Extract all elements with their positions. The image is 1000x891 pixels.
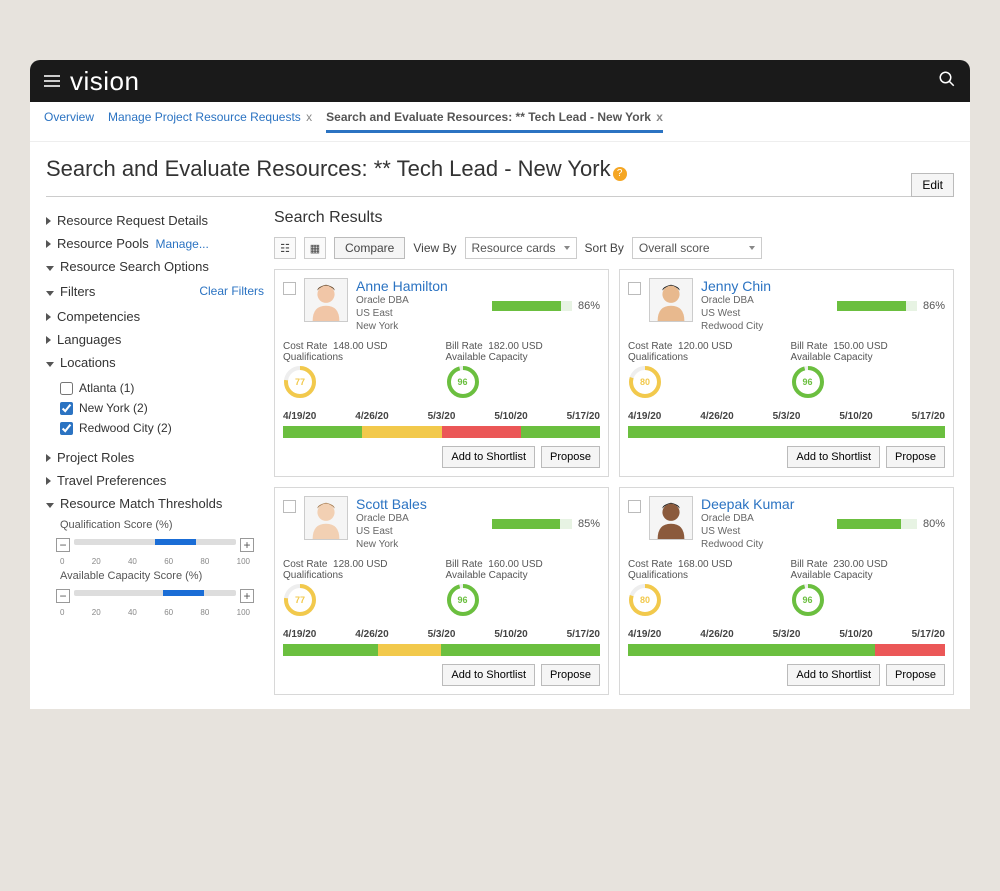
slider-ticks: 020406080100 [46, 557, 264, 566]
available-capacity-label: Available Capacity Score (%) [46, 566, 264, 584]
toolbar: ☷ ▦ Compare View By Resource cards Sort … [274, 233, 954, 269]
slider-ticks: 020406080100 [46, 608, 264, 617]
hamburger-icon[interactable] [44, 75, 60, 87]
capacity-slider[interactable] [74, 584, 236, 608]
section-project-roles[interactable]: Project Roles [46, 446, 264, 469]
close-icon[interactable]: x [656, 110, 663, 124]
overall-score-bar [837, 301, 917, 311]
search-results-header: Search Results [274, 209, 954, 233]
timeline-dates: 4/19/204/26/205/3/205/10/205/17/20 [283, 407, 600, 426]
breadcrumb: Overview Manage Project Resource Request… [30, 102, 970, 142]
resource-meta: Oracle DBAUS EastNew York [356, 294, 448, 333]
resource-name-link[interactable]: Deepak Kumar [701, 496, 794, 512]
select-checkbox[interactable] [283, 500, 296, 513]
resource-card: Anne Hamilton Oracle DBAUS EastNew York … [274, 269, 609, 477]
qualification-slider[interactable] [74, 533, 236, 557]
detach-icon[interactable]: ▦ [304, 237, 326, 259]
sidebar: Resource Request Details Resource Pools … [46, 209, 264, 695]
resource-meta: Oracle DBAUS EastNew York [356, 512, 427, 551]
timeline-dates: 4/19/204/26/205/3/205/10/205/17/20 [628, 625, 945, 644]
close-icon[interactable]: x [306, 110, 312, 124]
section-travel-preferences[interactable]: Travel Preferences [46, 469, 264, 492]
viewby-label: View By [413, 241, 456, 255]
overall-score-pct: 86% [923, 300, 945, 312]
help-icon[interactable]: ? [613, 167, 627, 181]
resource-name-link[interactable]: Anne Hamilton [356, 278, 448, 294]
overall-score-pct: 86% [578, 300, 600, 312]
overall-score-bar [492, 301, 572, 311]
timeline-dates: 4/19/204/26/205/3/205/10/205/17/20 [628, 407, 945, 426]
select-checkbox[interactable] [628, 282, 641, 295]
timeline-dates: 4/19/204/26/205/3/205/10/205/17/20 [283, 625, 600, 644]
main-content: Edit Search Results ☷ ▦ Compare View By … [274, 209, 954, 695]
resource-card: Deepak Kumar Oracle DBAUS WestRedwood Ci… [619, 487, 954, 695]
location-checkbox-newyork[interactable]: New York (2) [60, 398, 264, 418]
sortby-select[interactable]: Overall score [632, 237, 762, 259]
section-locations[interactable]: Locations [46, 351, 264, 374]
crumb-overview[interactable]: Overview [44, 110, 94, 133]
section-resource-pools[interactable]: Resource Pools Manage... [46, 232, 264, 255]
overall-score-pct: 80% [923, 518, 945, 530]
avatar [304, 278, 348, 322]
topbar: vision [30, 60, 970, 102]
sortby-label: Sort By [585, 241, 624, 255]
search-icon[interactable] [938, 70, 956, 93]
crumb-manage[interactable]: Manage Project Resource Requests x [108, 110, 312, 133]
add-to-shortlist-button[interactable]: Add to Shortlist [787, 446, 880, 468]
propose-button[interactable]: Propose [886, 446, 945, 468]
qualification-score-label: Qualification Score (%) [46, 515, 264, 533]
viewby-select[interactable]: Resource cards [465, 237, 577, 259]
crumb-current[interactable]: Search and Evaluate Resources: ** Tech L… [326, 110, 663, 133]
hierarchy-icon[interactable]: ☷ [274, 237, 296, 259]
plus-button[interactable]: + [240, 589, 254, 603]
select-checkbox[interactable] [283, 282, 296, 295]
overall-score-pct: 85% [578, 518, 600, 530]
section-resource-request-details[interactable]: Resource Request Details [46, 209, 264, 232]
overall-score-bar [492, 519, 572, 529]
add-to-shortlist-button[interactable]: Add to Shortlist [442, 446, 535, 468]
propose-button[interactable]: Propose [541, 664, 600, 686]
availability-timeline [628, 426, 945, 438]
minus-button[interactable]: − [56, 589, 70, 603]
section-resource-match-thresholds[interactable]: Resource Match Thresholds [46, 492, 264, 515]
select-checkbox[interactable] [628, 500, 641, 513]
section-languages[interactable]: Languages [46, 328, 264, 351]
edit-button[interactable]: Edit [911, 173, 954, 197]
brand: vision [70, 66, 139, 97]
propose-button[interactable]: Propose [541, 446, 600, 468]
resource-name-link[interactable]: Scott Bales [356, 496, 427, 512]
overall-score-bar [837, 519, 917, 529]
manage-link[interactable]: Manage... [155, 237, 208, 251]
add-to-shortlist-button[interactable]: Add to Shortlist [442, 664, 535, 686]
add-to-shortlist-button[interactable]: Add to Shortlist [787, 664, 880, 686]
section-competencies[interactable]: Competencies [46, 305, 264, 328]
availability-timeline [628, 644, 945, 656]
resource-name-link[interactable]: Jenny Chin [701, 278, 771, 294]
location-checkbox-atlanta[interactable]: Atlanta (1) [60, 378, 264, 398]
avatar [649, 278, 693, 322]
section-resource-search-options[interactable]: Resource Search Options [46, 255, 264, 278]
resource-card: Scott Bales Oracle DBAUS EastNew York 85… [274, 487, 609, 695]
compare-button[interactable]: Compare [334, 237, 405, 259]
page-title: Search and Evaluate Resources: ** Tech L… [46, 156, 954, 197]
resource-card: Jenny Chin Oracle DBAUS WestRedwood City… [619, 269, 954, 477]
avatar [649, 496, 693, 540]
plus-button[interactable]: + [240, 538, 254, 552]
availability-timeline [283, 644, 600, 656]
location-checkbox-redwood[interactable]: Redwood City (2) [60, 418, 264, 438]
resource-meta: Oracle DBAUS WestRedwood City [701, 512, 794, 551]
minus-button[interactable]: − [56, 538, 70, 552]
availability-timeline [283, 426, 600, 438]
avatar [304, 496, 348, 540]
section-filters[interactable]: Filters [46, 284, 95, 299]
resource-meta: Oracle DBAUS WestRedwood City [701, 294, 771, 333]
propose-button[interactable]: Propose [886, 664, 945, 686]
clear-filters-link[interactable]: Clear Filters [199, 284, 264, 299]
